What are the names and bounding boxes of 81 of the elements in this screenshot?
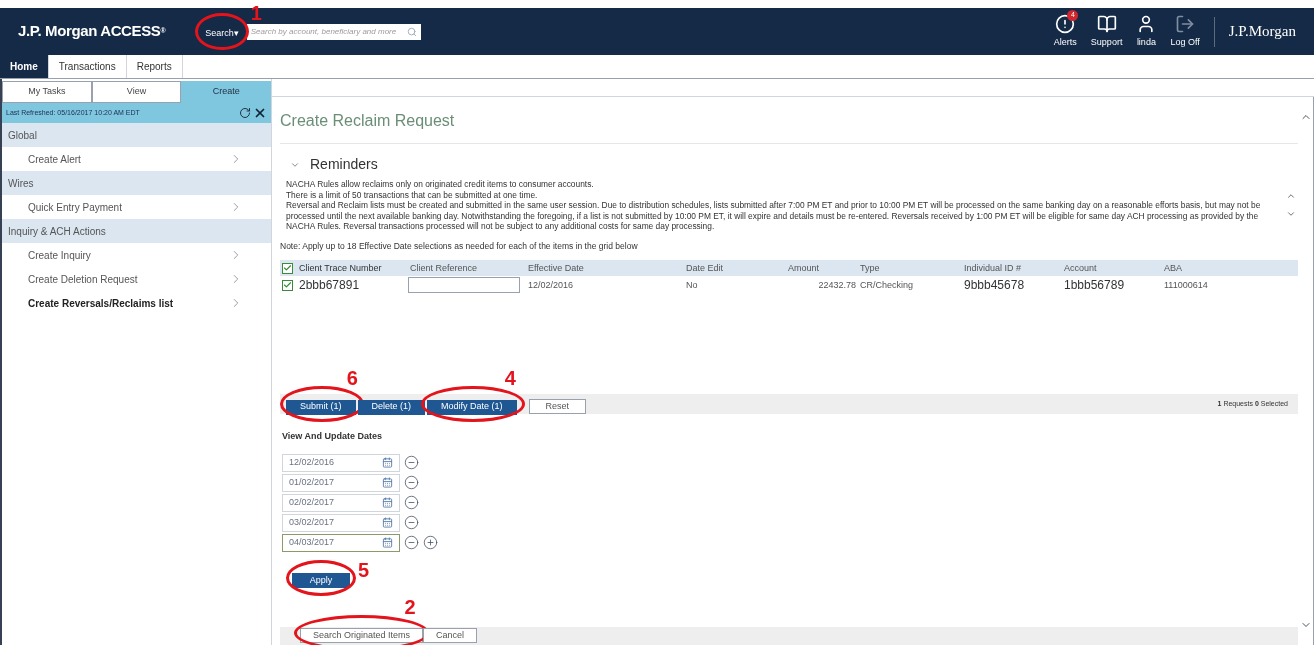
checkbox[interactable]: [282, 262, 293, 274]
table-header-cell: Client Trace Number: [280, 260, 408, 277]
sidebar-item[interactable]: Create Inquiry: [2, 243, 271, 267]
table-header-cell: Account: [1062, 260, 1162, 277]
table-cell-text: 12/02/2016: [527, 278, 575, 292]
table-header-cell: Client Reference: [408, 260, 526, 277]
reminders-heading: Reminders: [310, 155, 378, 174]
action-button[interactable]: Delete (1): [357, 399, 426, 415]
annotation-number: 2: [404, 597, 416, 617]
reminder-text: There is a limit of 50 transactions that can be submitted at one time.: [286, 189, 539, 200]
calendar-icon[interactable]: [382, 537, 393, 549]
annotation-number: 4: [504, 368, 516, 389]
page-title: Create Reclaim Request: [280, 109, 1298, 144]
date-field[interactable]: 01/02/2017: [282, 473, 400, 492]
refresh-icon[interactable]: [239, 107, 251, 119]
log-off-icon: [1175, 13, 1196, 34]
table-header-cell: Date Edit: [684, 260, 786, 277]
calendar-icon[interactable]: [382, 457, 393, 469]
search-icon: [406, 26, 417, 37]
client-reference-field[interactable]: [408, 277, 520, 294]
table-cell-text: CR/Checking: [859, 278, 915, 292]
sidebar-item[interactable]: Create Deletion Request: [2, 267, 271, 291]
table-header-cell: ABA: [1162, 260, 1298, 277]
nav-tab[interactable]: Home: [0, 55, 49, 78]
remove-icon[interactable]: [404, 515, 419, 531]
checkbox[interactable]: [282, 279, 293, 291]
remove-icon[interactable]: [404, 495, 419, 511]
remove-icon[interactable]: [404, 475, 419, 491]
annotation-number: 6: [346, 368, 358, 389]
table-cell-text: 1bbb56789: [1063, 277, 1126, 295]
reminder-text: Reversal and Reclaim lists must be created and submitted in the same user session. Due to distribution schedules, lists submitted after 7:00 PM ET and prior to 10:00 PM ET will be processed on the same banking day on a reasonable efforts basis, but may not be processed until the next available banking day. Notwithstanding the foregoing, if a list is not submitted by 10:00 PM ET, it will expire and details must be re-entered. Reversals received by 1:00 PM ET will be eligible for same day ACH processing as provided by the NACHA Rules. Reversal transactions processed will not be subject to any additional costs for same day processing.: [286, 200, 1262, 232]
dates-heading: View And Update Dates: [282, 430, 384, 444]
calendar-icon[interactable]: [382, 477, 393, 489]
date-field[interactable]: 04/03/2017: [282, 533, 400, 552]
table-cell: 2bbb67891: [280, 276, 408, 295]
annotation-number: 5: [358, 559, 370, 580]
remove-icon[interactable]: [404, 455, 419, 471]
action-button[interactable]: Submit (1): [286, 399, 356, 415]
table-cell-text: No: [685, 278, 699, 292]
add-icon[interactable]: [423, 535, 438, 551]
brand-title: J.P. Morgan ACCESS$^{®}$: [18, 21, 166, 42]
action-button[interactable]: Modify Date (1): [427, 399, 517, 415]
table-cell-text: 22432.78: [817, 278, 857, 292]
table-header-cell: Effective Date: [526, 260, 684, 277]
header-action-button[interactable]: Log Off: [1170, 13, 1200, 50]
date-field[interactable]: 03/02/2017: [282, 513, 400, 532]
search-field[interactable]: Search by account, beneficiary and more: [246, 23, 421, 40]
note-text: Note: Apply up to 18 Effective Date selections as needed for each of the items in the grid below: [280, 239, 639, 253]
remove-icon[interactable]: [404, 535, 419, 551]
sidebar-group-header: Wires: [2, 171, 271, 195]
sidebar-group-header: Inquiry & ACH Actions: [2, 219, 271, 243]
sidebar-group-header: Global: [2, 123, 271, 147]
footer-button[interactable]: Search Originated Items: [300, 628, 424, 643]
book-icon: [1096, 13, 1117, 34]
annotation-number: 1: [250, 2, 262, 23]
table-header-cell: Type: [858, 260, 962, 277]
header-action-button[interactable]: Support: [1090, 13, 1123, 50]
sidebar-tab[interactable]: Create: [181, 81, 271, 103]
sidebar-tab[interactable]: My Tasks: [2, 81, 92, 103]
logo-text: J.P.Morgan: [1228, 22, 1296, 42]
table-cell-text: 9bbb45678: [963, 277, 1026, 295]
calendar-icon[interactable]: [382, 517, 393, 529]
alert-icon: [1055, 13, 1076, 34]
sidebar-item[interactable]: Quick Entry Payment: [2, 195, 271, 219]
action-button[interactable]: Reset: [528, 399, 587, 415]
header-action-button[interactable]: linda: [1136, 13, 1157, 50]
apply-button[interactable]: Apply: [292, 573, 350, 588]
table-cell-text: 111000614: [1163, 278, 1209, 292]
sidebar-item[interactable]: Create Alert: [2, 147, 271, 171]
date-field[interactable]: 12/02/2016: [282, 453, 400, 472]
calendar-icon[interactable]: [382, 497, 393, 509]
sidebar-tab[interactable]: View: [91, 81, 182, 103]
date-field[interactable]: 02/02/2017: [282, 493, 400, 512]
footer-button[interactable]: Cancel: [423, 628, 478, 643]
table-header-cell: Individual ID #: [962, 260, 1062, 277]
close-icon[interactable]: [253, 106, 267, 120]
reminder-text: NACHA Rules allow reclaims only on originated credit items to consumer accounts.: [286, 179, 595, 190]
search-dropdown-button[interactable]: Search▾: [201, 22, 243, 45]
sidebar-item[interactable]: Create Reversals/Reclaims list: [2, 291, 271, 315]
table-header-cell: Amount: [786, 260, 858, 277]
annotation-ellipse: [286, 559, 356, 596]
